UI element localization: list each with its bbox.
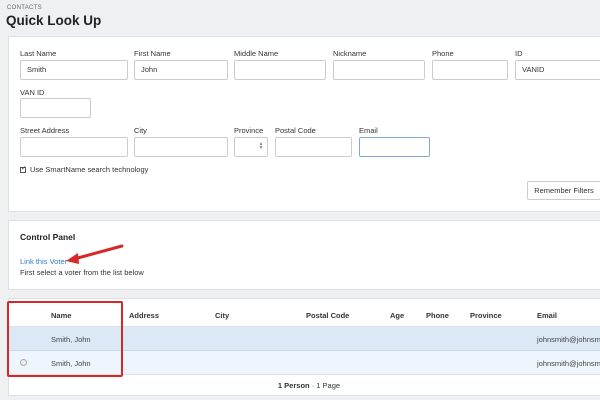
results-footer: 1 Person · 1 Page [9, 381, 600, 390]
street-address-field[interactable] [20, 137, 128, 157]
highlight-box [7, 301, 123, 377]
col-city[interactable]: City [215, 311, 229, 320]
first-name-label: First Name [134, 49, 171, 58]
result-count: 1 Person [277, 381, 310, 390]
col-phone[interactable]: Phone [426, 311, 449, 320]
row-email: johnsmith@johnsmi [537, 359, 600, 368]
col-address[interactable]: Address [129, 311, 159, 320]
arrow-annotation-icon [66, 244, 124, 264]
city-field[interactable] [134, 137, 228, 157]
van-id-field[interactable] [20, 98, 91, 118]
breadcrumb[interactable]: CONTACTS [7, 5, 42, 11]
smartname-checkbox[interactable]: ✓ [20, 165, 27, 173]
id-select[interactable]: VANID [515, 60, 600, 80]
city-label: City [134, 126, 147, 135]
col-email[interactable]: Email [537, 311, 557, 320]
email-label: Email [359, 126, 378, 135]
province-select[interactable]: ▲ ▼ [234, 137, 268, 157]
email-field[interactable] [359, 137, 430, 157]
middle-name-field[interactable] [234, 60, 326, 80]
first-name-field[interactable]: John [134, 60, 228, 80]
instruction-text: First select a voter from the list below [20, 268, 144, 277]
row-email: johnsmith@johnsmi [537, 335, 600, 344]
col-province[interactable]: Province [470, 311, 502, 320]
id-label: ID [515, 49, 523, 58]
col-age[interactable]: Age [390, 311, 404, 320]
phone-label: Phone [432, 49, 454, 58]
province-label: Province [234, 126, 264, 135]
last-name-label: Last Name [20, 49, 57, 58]
check-icon: ✓ [21, 165, 27, 172]
postal-code-field[interactable] [275, 137, 352, 157]
nickname-field[interactable] [333, 60, 425, 80]
search-form-card: Last Name First Name Middle Name Nicknam… [8, 36, 600, 212]
phone-field[interactable] [432, 60, 508, 80]
van-id-label: VAN ID [20, 88, 45, 97]
col-postal-code[interactable]: Postal Code [306, 311, 349, 320]
chevron-updown-icon: ▲ ▼ [258, 141, 264, 151]
postal-code-label: Postal Code [275, 126, 316, 135]
street-address-label: Street Address [20, 126, 70, 135]
remember-filters-button[interactable]: Remember Filters [527, 181, 600, 200]
smartname-option[interactable]: ✓ Use SmartName search technology [20, 165, 148, 174]
page-count: 1 Page [316, 381, 341, 390]
last-name-field[interactable]: Smith [20, 60, 128, 80]
middle-name-label: Middle Name [234, 49, 279, 58]
smartname-label: Use SmartName search technology [30, 165, 149, 174]
nickname-label: Nickname [333, 49, 367, 58]
page-title: Quick Look Up [6, 13, 102, 28]
